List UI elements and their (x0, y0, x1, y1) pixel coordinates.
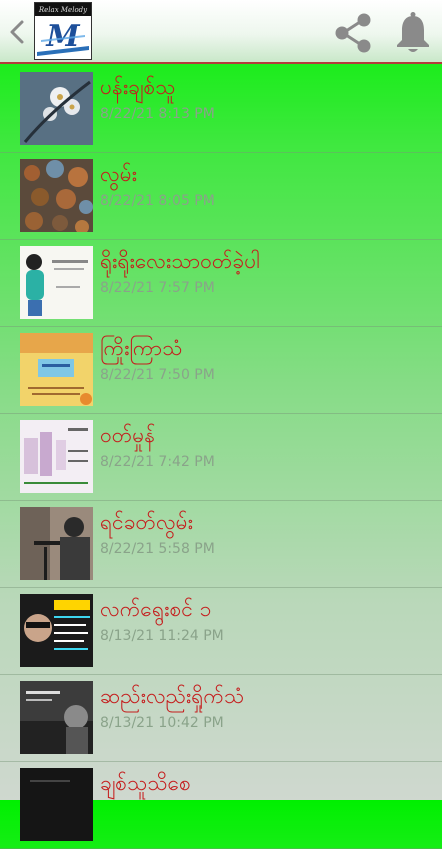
thumbnail (20, 768, 93, 841)
list-item[interactable]: လွမ်း 8/22/21 8:05 PM (0, 153, 442, 240)
list-item[interactable]: ဆည်းလည်းရှိုက်သံ 8/13/21 10:42 PM (0, 675, 442, 762)
list-item[interactable]: ရင်ခတ်လွမ်း 8/22/21 5:58 PM (0, 501, 442, 588)
app-logo: Relax Melody M (34, 2, 92, 60)
list-item[interactable]: ချစ်သူသိစေ (0, 762, 442, 849)
song-date: 8/13/21 10:42 PM (100, 715, 224, 731)
bell-icon (397, 12, 429, 52)
song-date: 8/22/21 8:13 PM (100, 106, 215, 122)
song-date: 8/22/21 7:57 PM (100, 280, 215, 296)
list-item[interactable]: ရိုးရိုးလေးသာဝတ်ခဲ့ပါ 8/22/21 7:57 PM (0, 240, 442, 327)
share-icon (335, 13, 371, 53)
share-button[interactable] (330, 10, 376, 56)
thumbnail (20, 246, 93, 319)
chevron-left-icon (10, 20, 24, 44)
list-item[interactable]: ကြိုးကြာသံ 8/22/21 7:50 PM (0, 327, 442, 414)
logo-caption: Relax Melody (35, 3, 91, 16)
app-bar: Relax Melody M (0, 0, 442, 64)
song-title: လွမ်း (100, 162, 138, 186)
song-date: 8/22/21 8:05 PM (100, 193, 215, 209)
song-title: ရင်ခတ်လွမ်း (100, 510, 193, 534)
song-title: ရိုးရိုးလေးသာဝတ်ခဲ့ပါ (100, 249, 260, 273)
list-item[interactable]: လက်ရွေးစင် ၁ 8/13/21 11:24 PM (0, 588, 442, 675)
song-title: ချစ်သူသိစေ (100, 771, 191, 795)
thumbnail (20, 333, 93, 406)
logo-mark: M (35, 16, 91, 59)
list-item[interactable]: ပန်းချစ်သူ 8/22/21 8:13 PM (0, 66, 442, 153)
thumbnail (20, 681, 93, 754)
thumbnail (20, 594, 93, 667)
thumbnail (20, 72, 93, 145)
song-title: လက်ရွေးစင် ၁ (100, 597, 212, 621)
back-button[interactable] (6, 18, 28, 46)
list-item[interactable]: ဝတ်မှုန် 8/22/21 7:42 PM (0, 414, 442, 501)
song-title: ဆည်းလည်းရှိုက်သံ (100, 684, 245, 708)
song-date: 8/22/21 5:58 PM (100, 541, 215, 557)
notification-button[interactable] (390, 10, 436, 56)
song-title: ကြိုးကြာသံ (100, 336, 183, 360)
song-date: 8/13/21 11:24 PM (100, 628, 224, 644)
thumbnail (20, 159, 93, 232)
song-date: 8/22/21 7:50 PM (100, 367, 215, 383)
song-title: ပန်းချစ်သူ (100, 75, 176, 99)
song-title: ဝတ်မှုန် (100, 423, 156, 447)
song-date: 8/22/21 7:42 PM (100, 454, 215, 470)
thumbnail (20, 507, 93, 580)
song-list: ပန်းချစ်သူ 8/22/21 8:13 PM လွမ်း 8/22/21… (0, 66, 442, 849)
thumbnail (20, 420, 93, 493)
